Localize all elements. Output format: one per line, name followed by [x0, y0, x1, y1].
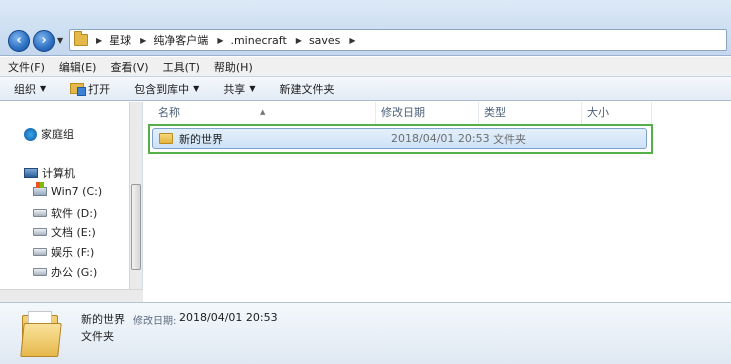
menu-help[interactable]: 帮助(H) — [214, 59, 253, 75]
title-bar: ‹ › ▼ ▶ 星球 ▶ 纯净客户端 ▶ .minecraft ▶ saves ▶ — [0, 0, 731, 56]
recent-pages-dropdown[interactable]: ▼ — [57, 36, 63, 45]
chevron-down-icon: ▼ — [249, 84, 256, 93]
system-drive-icon — [33, 182, 47, 196]
open-button[interactable]: 打开 — [70, 81, 110, 97]
nav-label: 家庭组 — [41, 128, 74, 141]
column-header-size[interactable]: 大小 — [582, 102, 652, 124]
column-label: 修改日期 — [381, 106, 425, 119]
drive-icon — [33, 228, 47, 236]
file-type: 文件夹 — [493, 132, 526, 146]
back-button[interactable]: ‹ — [8, 30, 30, 52]
menu-edit[interactable]: 编辑(E) — [59, 59, 97, 75]
table-row[interactable]: 新的世界 2018/04/01 20:53 文件夹 — [152, 128, 647, 149]
breadcrumb-item[interactable]: saves ▶ — [309, 34, 363, 47]
menu-view[interactable]: 查看(V) — [110, 59, 148, 75]
details-type: 文件夹 — [81, 330, 114, 343]
column-label: 大小 — [587, 106, 609, 119]
column-header-date[interactable]: 修改日期 — [376, 102, 479, 124]
open-icon — [70, 83, 87, 96]
column-label: 名称 — [158, 106, 180, 119]
details-pane: 新的世界 修改日期: 2018/04/01 20:53 文件夹 — [0, 302, 731, 364]
drive-icon — [33, 248, 47, 256]
nav-item-drive-g[interactable]: 办公 (G:) — [33, 264, 97, 280]
drive-icon — [33, 268, 47, 276]
chevron-right-icon[interactable]: ▶ — [140, 36, 146, 45]
chevron-right-icon[interactable]: ▶ — [217, 36, 223, 45]
nav-item-computer[interactable]: 计算机 — [24, 165, 75, 181]
homegroup-icon — [24, 127, 37, 141]
share-label: 共享 — [223, 82, 246, 96]
details-name: 新的世界 — [81, 313, 125, 326]
folder-icon — [74, 31, 88, 46]
computer-icon — [24, 168, 38, 178]
address-bar[interactable]: ▶ 星球 ▶ 纯净客户端 ▶ .minecraft ▶ saves ▶ — [69, 29, 727, 51]
nav-scrollbar-thumb[interactable] — [131, 184, 141, 270]
column-label: 类型 — [484, 106, 506, 119]
nav-label: 娱乐 (F:) — [51, 246, 95, 259]
nav-label: 软件 (D:) — [51, 207, 98, 220]
include-in-library-label: 包含到库中 — [134, 82, 190, 96]
nav-label: 办公 (G:) — [51, 266, 98, 279]
details-date-label: 修改日期: — [133, 316, 177, 327]
nav-scrollbar[interactable] — [129, 102, 142, 302]
nav-item-homegroup[interactable]: 家庭组 — [24, 126, 74, 142]
nav-label: Win7 (C:) — [51, 185, 103, 198]
share-button[interactable]: 共享 ▼ — [223, 81, 255, 97]
include-in-library-button[interactable]: 包含到库中 ▼ — [134, 81, 199, 97]
column-header-type[interactable]: 类型 — [479, 102, 582, 124]
menu-file[interactable]: 文件(F) — [8, 59, 45, 75]
breadcrumb-label[interactable]: saves — [309, 34, 340, 47]
chevron-right-icon[interactable]: ▶ — [296, 36, 302, 45]
drive-icon — [33, 209, 47, 217]
nav-item-drive-e[interactable]: 文档 (E:) — [33, 224, 96, 240]
breadcrumb-label[interactable]: 纯净客户端 — [153, 32, 208, 48]
breadcrumb-item[interactable]: .minecraft ▶ — [230, 34, 308, 47]
nav-horizontal-scrollbar[interactable] — [0, 289, 143, 302]
organize-button[interactable]: 组织 ▼ — [14, 81, 46, 97]
file-date: 2018/04/01 20:53 — [391, 132, 490, 145]
nav-item-drive-f[interactable]: 娱乐 (F:) — [33, 244, 94, 260]
nav-label: 计算机 — [42, 167, 75, 180]
navigation-pane: 家庭组 计算机 Win7 (C:) 软件 (D:) 文档 (E:) 娱乐 (F:… — [0, 102, 143, 302]
column-headers: ▲ 名称 修改日期 类型 大小 — [144, 102, 731, 124]
breadcrumb-item[interactable]: 纯净客户端 ▶ — [153, 32, 230, 48]
details-date: 2018/04/01 20:53 — [179, 311, 278, 324]
open-label: 打开 — [88, 82, 111, 96]
chevron-right-icon: ▶ — [96, 35, 103, 45]
file-name[interactable]: 新的世界 — [179, 131, 391, 147]
file-list-pane: ▲ 名称 修改日期 类型 大小 新的世界 2018/04/01 20:53 文件… — [144, 102, 731, 302]
menu-tools[interactable]: 工具(T) — [163, 59, 200, 75]
new-folder-button[interactable]: 新建文件夹 — [279, 81, 334, 97]
new-folder-label: 新建文件夹 — [279, 82, 335, 96]
chevron-right-icon[interactable]: ▶ — [349, 36, 355, 45]
forward-button[interactable]: › — [33, 30, 55, 52]
command-bar: 组织 ▼ 打开 包含到库中 ▼ 共享 ▼ 新建文件夹 — [0, 76, 731, 101]
breadcrumb-label[interactable]: 星球 — [109, 32, 131, 48]
sort-ascending-icon: ▲ — [260, 108, 266, 116]
chevron-down-icon: ▼ — [193, 84, 200, 93]
breadcrumb-item[interactable]: 星球 ▶ — [109, 32, 153, 48]
menu-bar: 文件(F) 编辑(E) 查看(V) 工具(T) 帮助(H) — [0, 57, 731, 76]
nav-item-drive-c[interactable]: Win7 (C:) — [33, 182, 103, 198]
column-header-name[interactable]: ▲ 名称 — [144, 102, 376, 124]
nav-label: 文档 (E:) — [51, 226, 96, 239]
chevron-down-icon: ▼ — [40, 84, 47, 93]
nav-item-drive-d[interactable]: 软件 (D:) — [33, 205, 97, 221]
folder-icon — [20, 311, 62, 357]
folder-icon — [159, 133, 173, 144]
breadcrumb-label[interactable]: .minecraft — [230, 34, 286, 47]
breadcrumb-root-arrow[interactable]: ▶ — [96, 36, 109, 45]
organize-label: 组织 — [14, 82, 36, 96]
